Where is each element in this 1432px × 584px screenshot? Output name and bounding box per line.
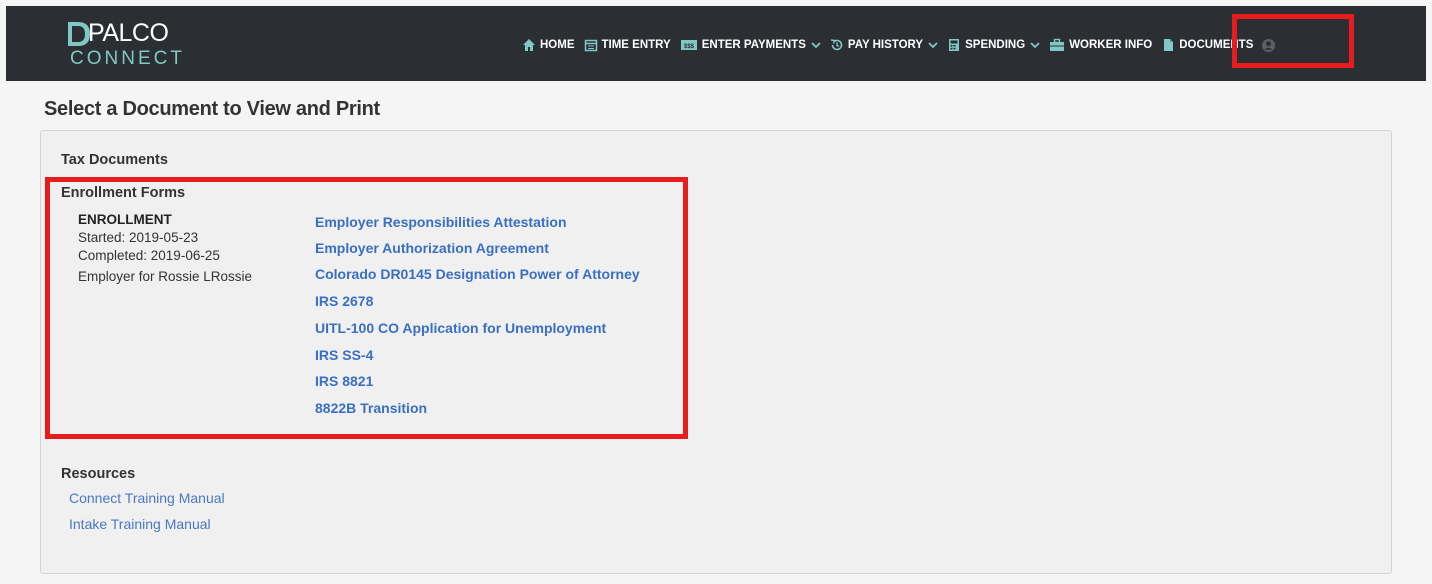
- palco-logo[interactable]: PALCO CONNECT: [66, 19, 206, 69]
- chevron-down-icon: [928, 42, 938, 49]
- nav-spending[interactable]: SPENDING: [947, 38, 1040, 52]
- briefcase-icon: [1050, 38, 1065, 51]
- money-icon: $$$: [680, 40, 697, 50]
- nav-enter-payments[interactable]: $$$ ENTER PAYMENTS: [680, 38, 821, 52]
- nav-time-entry-label: TIME ENTRY: [601, 39, 671, 51]
- resources-heading: Resources: [61, 466, 136, 482]
- nav-enter-payments-label: ENTER PAYMENTS: [701, 39, 806, 51]
- nav-pay-history-label: PAY HISTORY: [847, 39, 924, 51]
- nav-spending-label: SPENDING: [965, 39, 1026, 51]
- resource-link-connect-training[interactable]: Connect Training Manual: [69, 490, 225, 506]
- calculator-icon: [949, 39, 960, 51]
- documents-highlight-box: [1232, 14, 1354, 68]
- page-title: Select a Document to View and Print: [44, 98, 380, 120]
- calendar-icon: [584, 39, 597, 52]
- chevron-down-icon: [811, 42, 821, 49]
- home-icon: [523, 39, 535, 51]
- nav-worker-info-label: WORKER INFO: [1069, 39, 1153, 51]
- logo-subtext: CONNECT: [70, 48, 185, 69]
- nav-time-entry[interactable]: TIME ENTRY: [584, 38, 671, 52]
- document-icon: [1164, 39, 1174, 51]
- chevron-down-icon: [1030, 42, 1040, 49]
- logo-text: PALCO: [88, 19, 169, 47]
- nav-home[interactable]: HOME: [522, 38, 575, 52]
- nav-worker-info[interactable]: WORKER INFO: [1049, 38, 1152, 52]
- enrollment-highlight-box: [45, 177, 688, 439]
- history-icon: [830, 39, 843, 51]
- top-navigation-bar: PALCO CONNECT HOME TIME ENTRY $$$ ENTER …: [6, 6, 1426, 81]
- nav-pay-history[interactable]: PAY HISTORY: [830, 38, 938, 52]
- svg-text:$$$: $$$: [684, 44, 695, 50]
- main-nav: HOME TIME ENTRY $$$ ENTER PAYMENTS PAY H…: [522, 31, 1276, 59]
- nav-home-label: HOME: [540, 39, 575, 51]
- tax-documents-heading: Tax Documents: [61, 152, 168, 168]
- resource-link-intake-training[interactable]: Intake Training Manual: [69, 516, 211, 532]
